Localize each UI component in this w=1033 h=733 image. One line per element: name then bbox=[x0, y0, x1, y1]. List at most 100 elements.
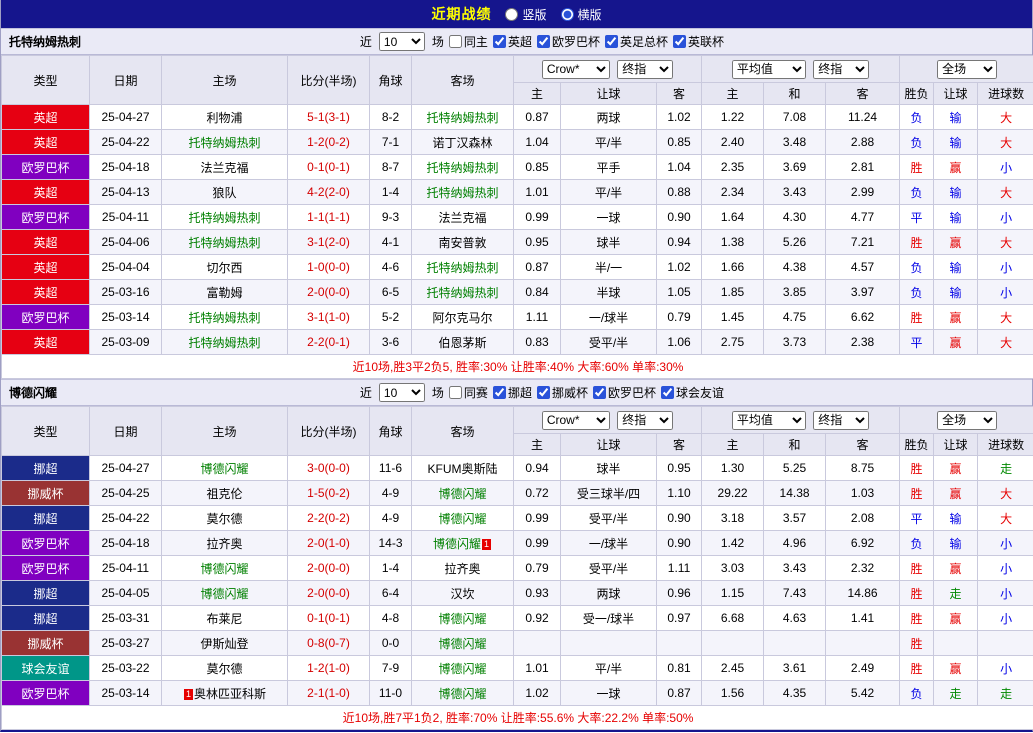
home-team[interactable]: 托特纳姆热刺 bbox=[161, 229, 288, 255]
home-team[interactable]: 博德闪耀 bbox=[161, 555, 288, 581]
same-competition-checkbox[interactable] bbox=[448, 386, 462, 399]
league-filter[interactable]: 欧罗巴杯 bbox=[536, 33, 600, 50]
score-cell[interactable]: 3-1(1-0) bbox=[287, 304, 370, 330]
score-cell[interactable]: 2-0(0-0) bbox=[287, 580, 370, 606]
league-checkbox[interactable] bbox=[536, 386, 550, 399]
home-team[interactable]: 法兰克福 bbox=[161, 154, 288, 180]
home-team[interactable]: 托特纳姆热刺 bbox=[161, 204, 288, 230]
score-cell[interactable]: 2-0(0-0) bbox=[287, 279, 370, 305]
away-team[interactable]: 阿尔克马尔 bbox=[411, 304, 514, 330]
away-team[interactable]: 拉齐奥 bbox=[411, 555, 514, 581]
horizontal-layout-option[interactable]: 横版 bbox=[560, 6, 602, 23]
score-cell[interactable]: 0-1(0-1) bbox=[287, 154, 370, 180]
league-checkbox[interactable] bbox=[604, 35, 618, 48]
final-odds-select[interactable]: 终指 bbox=[617, 59, 674, 79]
score-cell[interactable]: 4-2(2-0) bbox=[287, 179, 370, 205]
league-checkbox[interactable] bbox=[492, 386, 506, 399]
home-team[interactable]: 莫尔德 bbox=[161, 505, 288, 531]
league-checkbox[interactable] bbox=[492, 35, 506, 48]
score-cell[interactable]: 0-1(0-1) bbox=[287, 605, 370, 631]
home-team[interactable]: 莫尔德 bbox=[161, 655, 288, 681]
score-cell[interactable]: 2-2(0-2) bbox=[287, 505, 370, 531]
away-team[interactable]: 法兰克福 bbox=[411, 204, 514, 230]
final-odds-select[interactable]: 终指 bbox=[813, 59, 870, 79]
score-cell[interactable]: 3-1(2-0) bbox=[287, 229, 370, 255]
near-count-select[interactable]: 10 bbox=[378, 32, 425, 51]
score-cell[interactable]: 1-0(0-0) bbox=[287, 254, 370, 280]
away-team[interactable]: 博德闪耀 bbox=[411, 480, 514, 506]
away-team[interactable]: 博德闪耀 bbox=[411, 680, 514, 706]
score-cell[interactable]: 1-1(1-1) bbox=[287, 204, 370, 230]
away-team[interactable]: 博德闪耀 bbox=[411, 505, 514, 531]
score-cell[interactable]: 1-5(0-2) bbox=[287, 480, 370, 506]
same-competition-filter[interactable]: 同赛 bbox=[448, 384, 488, 401]
horizontal-radio[interactable] bbox=[560, 7, 574, 21]
league-checkbox[interactable] bbox=[536, 35, 550, 48]
vertical-radio[interactable] bbox=[505, 7, 519, 21]
away-team[interactable]: 博德闪耀 bbox=[411, 630, 514, 656]
league-filter[interactable]: 英足总杯 bbox=[604, 33, 668, 50]
avg-home-odds: 2.35 bbox=[701, 154, 765, 180]
same-venue-filter[interactable]: 同主 bbox=[448, 33, 488, 50]
away-team[interactable]: 托特纳姆热刺 bbox=[411, 104, 514, 130]
final-odds-select[interactable]: 终指 bbox=[617, 410, 674, 430]
average-select[interactable]: 平均值 bbox=[731, 410, 806, 430]
home-team[interactable]: 祖克伦 bbox=[161, 480, 288, 506]
home-team[interactable]: 博德闪耀 bbox=[161, 455, 288, 481]
away-team[interactable]: 汉坎 bbox=[411, 580, 514, 606]
league-checkbox[interactable] bbox=[672, 35, 686, 48]
league-filter[interactable]: 挪超 bbox=[492, 384, 532, 401]
full-match-select[interactable]: 全场 bbox=[937, 59, 998, 79]
league-filter[interactable]: 英超 bbox=[492, 33, 532, 50]
home-team[interactable]: 托特纳姆热刺 bbox=[161, 329, 288, 355]
away-team[interactable]: 南安普敦 bbox=[411, 229, 514, 255]
score-cell[interactable]: 5-1(3-1) bbox=[287, 104, 370, 130]
home-team[interactable]: 托特纳姆热刺 bbox=[161, 129, 288, 155]
home-team[interactable]: 托特纳姆热刺 bbox=[161, 304, 288, 330]
score-cell[interactable]: 2-0(1-0) bbox=[287, 530, 370, 556]
score-cell[interactable]: 1-2(1-0) bbox=[287, 655, 370, 681]
home-team[interactable]: 1 奥林匹亚科斯 bbox=[161, 680, 288, 706]
bookmaker-select[interactable]: Crow* bbox=[541, 410, 610, 430]
vertical-layout-option[interactable]: 竖版 bbox=[505, 6, 547, 23]
league-checkbox[interactable] bbox=[660, 386, 674, 399]
away-team[interactable]: KFUM奥斯陆 bbox=[411, 455, 514, 481]
away-team[interactable]: 博德闪耀 bbox=[411, 655, 514, 681]
league-filter[interactable]: 欧罗巴杯 bbox=[592, 384, 656, 401]
score-cell[interactable]: 3-0(0-0) bbox=[287, 455, 370, 481]
home-team[interactable]: 伊斯灿登 bbox=[161, 630, 288, 656]
home-team[interactable]: 狼队 bbox=[161, 179, 288, 205]
score-cell[interactable]: 0-8(0-7) bbox=[287, 630, 370, 656]
average-select[interactable]: 平均值 bbox=[731, 59, 806, 79]
final-odds-select[interactable]: 终指 bbox=[813, 410, 870, 430]
league-filter[interactable]: 挪威杯 bbox=[536, 384, 588, 401]
handicap-line: 一球 bbox=[560, 680, 657, 706]
full-match-select[interactable]: 全场 bbox=[937, 410, 998, 430]
same-venue-checkbox[interactable] bbox=[448, 35, 462, 48]
score-cell[interactable]: 1-2(0-2) bbox=[287, 129, 370, 155]
away-team[interactable]: 诺丁汉森林 bbox=[411, 129, 514, 155]
bookmaker-select[interactable]: Crow* bbox=[541, 59, 610, 79]
home-team[interactable]: 博德闪耀 bbox=[161, 580, 288, 606]
away-team[interactable]: 伯恩茅斯 bbox=[411, 329, 514, 355]
near-count-select[interactable]: 10 bbox=[378, 383, 425, 402]
away-team[interactable]: 托特纳姆热刺 bbox=[411, 179, 514, 205]
home-team[interactable]: 切尔西 bbox=[161, 254, 288, 280]
league-filter[interactable]: 英联杯 bbox=[672, 33, 724, 50]
home-team[interactable]: 拉齐奥 bbox=[161, 530, 288, 556]
away-team[interactable]: 博德闪耀 bbox=[411, 605, 514, 631]
score-cell[interactable]: 2-2(0-1) bbox=[287, 329, 370, 355]
home-team[interactable]: 富勒姆 bbox=[161, 279, 288, 305]
away-team[interactable]: 博德闪耀 1 bbox=[411, 530, 514, 556]
away-team[interactable]: 托特纳姆热刺 bbox=[411, 154, 514, 180]
home-team[interactable]: 布莱尼 bbox=[161, 605, 288, 631]
league-checkbox[interactable] bbox=[592, 386, 606, 399]
handicap-line: 两球 bbox=[560, 580, 657, 606]
goals-result-cell bbox=[977, 630, 1033, 656]
away-team[interactable]: 托特纳姆热刺 bbox=[411, 254, 514, 280]
score-cell[interactable]: 2-0(0-0) bbox=[287, 555, 370, 581]
score-cell[interactable]: 2-1(1-0) bbox=[287, 680, 370, 706]
home-team[interactable]: 利物浦 bbox=[161, 104, 288, 130]
away-team[interactable]: 托特纳姆热刺 bbox=[411, 279, 514, 305]
league-filter[interactable]: 球会友谊 bbox=[660, 384, 724, 401]
